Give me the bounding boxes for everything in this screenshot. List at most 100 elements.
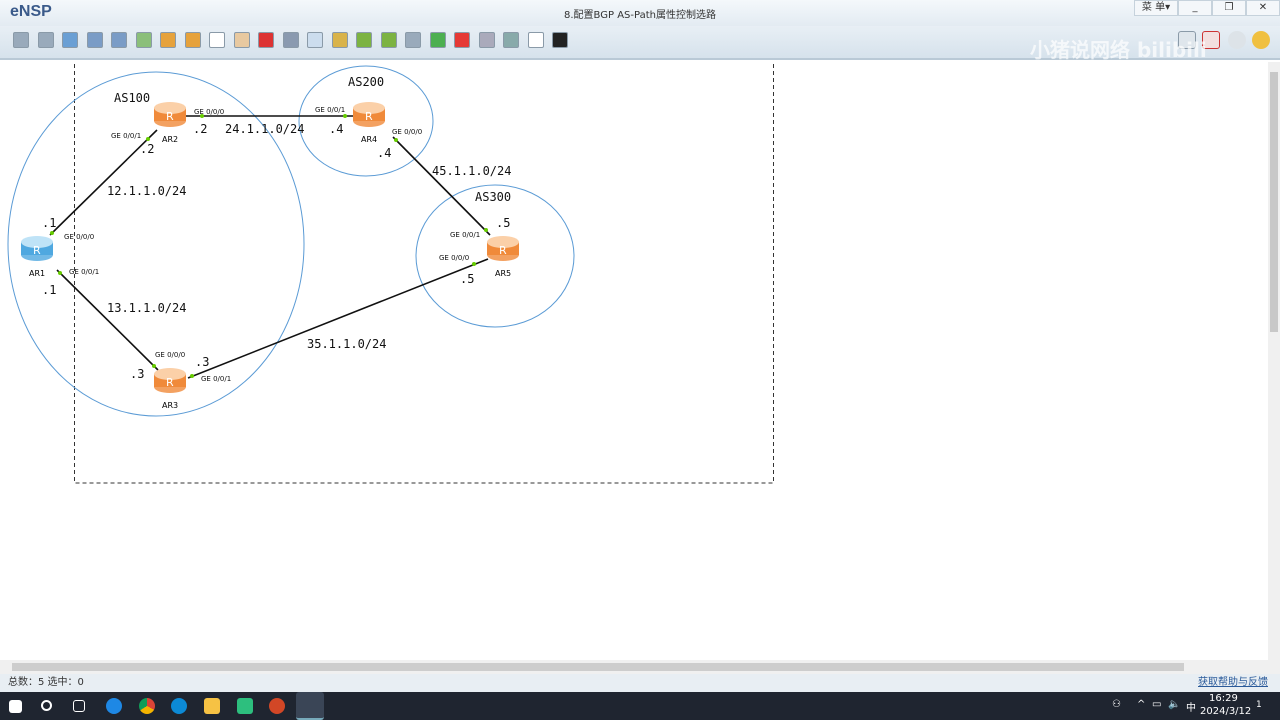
interface-label: GE 0/0/0 [194, 108, 224, 116]
task-view-icon[interactable] [73, 700, 85, 712]
subnet-label: 24.1.1.0/24 [225, 122, 304, 136]
minimize-button[interactable]: _ [1178, 0, 1212, 16]
subnet-label: 13.1.1.0/24 [107, 301, 186, 315]
console-icon[interactable] [552, 32, 568, 48]
open-icon[interactable] [62, 32, 78, 48]
interface-label: GE 0/0/1 [69, 268, 99, 276]
subnet-label: 45.1.1.0/24 [432, 164, 511, 178]
search-icon[interactable] [41, 700, 52, 711]
interface-label: GE 0/0/0 [64, 233, 94, 241]
help-link[interactable]: 获取帮助与反馈 [1198, 674, 1268, 692]
interface-label: GE 0/0/0 [392, 128, 422, 136]
chrome-icon[interactable] [139, 698, 155, 714]
new-from-template-icon[interactable] [37, 32, 54, 48]
interface-list-icon[interactable] [527, 32, 544, 48]
host-label: .1 [42, 216, 56, 230]
topology-tree-icon[interactable] [503, 32, 519, 48]
notification-count[interactable]: 1 [1256, 700, 1262, 710]
interface-label: GE 0/0/1 [201, 375, 231, 383]
device-label: AR2 [162, 135, 178, 144]
host-label: .4 [377, 146, 391, 160]
capture-icon[interactable] [478, 32, 495, 48]
host-label: .3 [130, 367, 144, 381]
close-button[interactable]: ✕ [1246, 0, 1280, 16]
interface-label: GE 0/0/0 [439, 254, 469, 262]
app-icon[interactable] [237, 698, 253, 714]
network-icon[interactable]: ▭ [1152, 699, 1161, 710]
ensp-taskbar-icon[interactable] [296, 692, 324, 720]
host-label: .4 [329, 122, 343, 136]
volume-icon[interactable]: 🔈 [1168, 699, 1180, 710]
undo-icon[interactable] [160, 32, 176, 48]
host-label: .2 [193, 122, 207, 136]
stop-device-icon[interactable] [454, 32, 470, 48]
print-icon[interactable] [135, 32, 152, 48]
watermark: 小猪说网络 bilibili [1030, 38, 1207, 62]
status-count: 总数：5 选中：0 [8, 677, 84, 688]
host-label: .5 [496, 216, 510, 230]
interface-label: GE 0/0/0 [155, 351, 185, 359]
select-icon[interactable] [209, 32, 225, 48]
delete-icon[interactable] [258, 32, 274, 48]
powerpoint-icon[interactable] [269, 698, 285, 714]
ime-indicator[interactable]: 中 [1186, 699, 1196, 714]
clock-date[interactable]: 2024/3/12 [1200, 706, 1251, 717]
device-label: AR3 [162, 401, 178, 410]
subnet-label: 12.1.1.0/24 [107, 184, 186, 198]
save-icon[interactable] [86, 32, 103, 48]
window-title: 8.配置BGP AS-Path属性控制选路 [564, 10, 716, 21]
area-label: AS200 [348, 75, 384, 89]
windows-start-icon[interactable] [9, 700, 22, 713]
start-device-icon[interactable] [429, 32, 446, 48]
svg-text:R: R [365, 110, 373, 123]
svg-text:R: R [166, 110, 174, 123]
pan-icon[interactable] [233, 32, 250, 48]
fit-icon[interactable] [405, 32, 421, 48]
edge-icon[interactable] [171, 698, 187, 714]
settings-icon[interactable] [1228, 31, 1246, 49]
file-explorer-icon[interactable] [204, 698, 220, 714]
taskbar: ⚇ ^ ▭ 🔈 中 16:29 2024/3/12 1 [0, 692, 1280, 720]
status-bar: 总数：5 选中：0 获取帮助与反馈 [0, 674, 1280, 692]
svg-text:R: R [499, 244, 507, 257]
device-label: AR1 [29, 269, 45, 278]
link-ar3-ar5[interactable] [187, 258, 489, 379]
router-ar3[interactable]: R AR3 [154, 368, 186, 410]
help-icon[interactable] [1252, 31, 1270, 49]
people-icon[interactable]: ⚇ [1112, 699, 1121, 710]
zoom-out-icon[interactable] [380, 32, 397, 48]
link-ar4-ar5[interactable] [392, 136, 491, 236]
router-ar4[interactable]: R AR4 [353, 102, 385, 144]
area-label: AS300 [475, 190, 511, 204]
device-label: AR5 [495, 269, 511, 278]
menu-button[interactable]: 菜 单▾ [1134, 0, 1178, 16]
interface-label: GE 0/0/1 [450, 231, 480, 239]
router-ar1[interactable]: R AR1 [21, 236, 53, 278]
title-bar: eNSP 8.配置BGP AS-Path属性控制选路 菜 单▾ _ ❐ ✕ [0, 0, 1280, 26]
router-ar5[interactable]: R AR5 [487, 236, 519, 278]
save-as-icon[interactable] [111, 32, 127, 48]
link-ar1-ar3[interactable] [56, 269, 159, 371]
toolbar: 小猪说网络 bilibili [0, 26, 1280, 62]
horizontal-scrollbar[interactable] [0, 660, 1280, 674]
zoom-in-icon[interactable] [356, 32, 372, 48]
vertical-scrollbar[interactable] [1268, 62, 1280, 660]
host-label: .3 [195, 355, 209, 369]
subnet-label: 35.1.1.0/24 [307, 337, 386, 351]
svg-text:R: R [166, 376, 174, 389]
topology-canvas[interactable]: R AR1 R AR2 R AR3 R AR4 R AR5 AS100 AS200 AS300 1… [0, 62, 1268, 660]
new-topology-icon[interactable] [13, 32, 29, 48]
redo-icon[interactable] [184, 32, 201, 48]
clock-time[interactable]: 16:29 [1209, 693, 1238, 704]
delete-links-icon[interactable] [282, 32, 299, 48]
interface-label: GE 0/0/1 [111, 132, 141, 140]
area-label: AS100 [114, 91, 150, 105]
palette-icon[interactable] [331, 32, 348, 48]
host-label: .2 [140, 142, 154, 156]
interface-label: GE 0/0/1 [315, 106, 345, 114]
router-ar2[interactable]: R AR2 [154, 102, 186, 144]
restore-button[interactable]: ❐ [1212, 0, 1246, 16]
tray-chevron-icon[interactable]: ^ [1137, 699, 1145, 710]
app-icon[interactable] [106, 698, 122, 714]
text-note-icon[interactable] [307, 32, 323, 48]
